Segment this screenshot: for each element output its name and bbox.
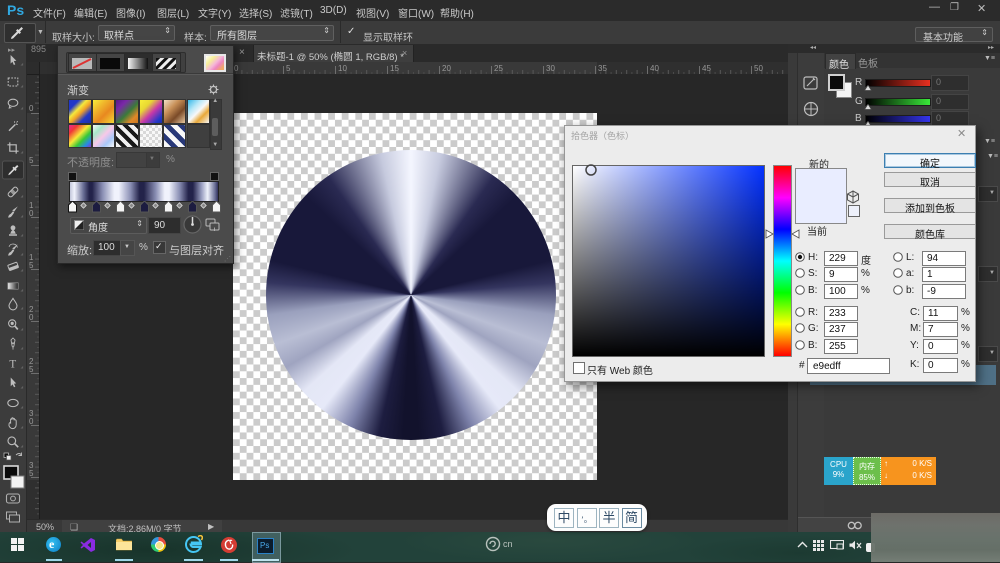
svg-text:25: 25 <box>494 64 503 73</box>
svg-text:0: 0 <box>234 64 239 73</box>
svg-text:10: 10 <box>338 64 347 73</box>
svg-text:0: 0 <box>29 417 34 426</box>
svg-text:0: 0 <box>29 209 34 218</box>
svg-text:35: 35 <box>598 64 607 73</box>
svg-text:40: 40 <box>650 64 659 73</box>
svg-text:20: 20 <box>442 64 451 73</box>
svg-text:0: 0 <box>29 313 34 322</box>
svg-text:5: 5 <box>29 365 34 374</box>
svg-text:50: 50 <box>754 64 763 73</box>
svg-text:5: 5 <box>29 469 34 478</box>
svg-text:▸▸: ▸▸ <box>8 47 16 54</box>
svg-text:0: 0 <box>29 104 34 113</box>
svg-text:45: 45 <box>702 64 711 73</box>
svg-text:5: 5 <box>29 156 34 165</box>
svg-text:30: 30 <box>546 64 555 73</box>
svg-text:15: 15 <box>390 64 399 73</box>
svg-text:T: T <box>9 358 16 370</box>
svg-text:5: 5 <box>286 64 291 73</box>
svg-text:5: 5 <box>29 261 34 270</box>
